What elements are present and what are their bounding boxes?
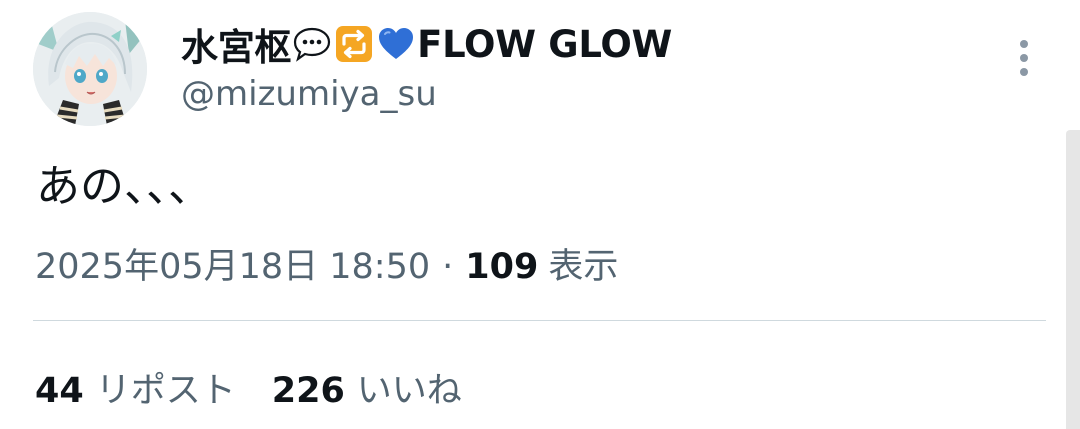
likes-count: 226	[271, 371, 345, 411]
speech-balloon-emoji-icon	[292, 24, 332, 64]
display-name-text: 水宮枢	[181, 26, 292, 69]
tweet-timestamp[interactable]: 2025年05月18日 18:50	[35, 238, 430, 289]
tweet-stats: 44 リポスト 226 いいね	[35, 362, 462, 413]
views-label: 表示	[548, 247, 619, 287]
reposts-count: 44	[35, 371, 84, 411]
display-name[interactable]: 水宮枢 FLOW GLOW	[181, 18, 672, 70]
repeat-emoji-icon	[334, 24, 374, 64]
tweet-meta: 2025年05月18日 18:50 · 109 表示	[35, 238, 618, 289]
reposts-stat[interactable]: 44 リポスト	[35, 362, 236, 413]
avatar[interactable]	[33, 12, 147, 126]
more-dot-icon	[1020, 68, 1028, 76]
display-name-suffix: FLOW GLOW	[417, 22, 672, 66]
scrollbar[interactable]	[1066, 130, 1080, 429]
likes-label: いいね	[356, 371, 462, 411]
more-dot-icon	[1020, 40, 1028, 48]
views-count[interactable]: 109	[465, 247, 538, 287]
divider	[33, 320, 1046, 321]
avatar-image	[33, 12, 147, 126]
user-handle[interactable]: @mizumiya_su	[181, 74, 437, 114]
more-dot-icon	[1020, 54, 1028, 62]
tweet: 水宮枢 FLOW GLOW @mizumiya_su あの、、、 2025年05…	[0, 0, 1080, 429]
meta-separator: ·	[442, 247, 454, 287]
blue-heart-emoji-icon	[376, 24, 416, 64]
more-options-button[interactable]	[1006, 36, 1042, 80]
reposts-label: リポスト	[95, 371, 236, 411]
tweet-text: あの、、、	[36, 161, 212, 212]
likes-stat[interactable]: 226 いいね	[272, 362, 462, 413]
